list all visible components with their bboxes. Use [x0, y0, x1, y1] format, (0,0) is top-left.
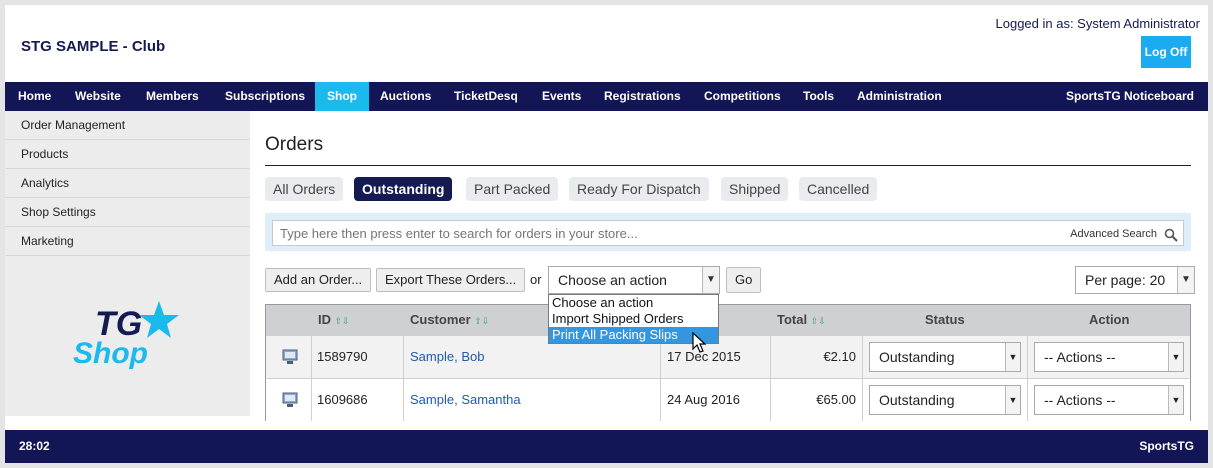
table-header: ID ⇧⇩ Customer ⇧⇩ Total ⇧⇩ Status Action	[266, 305, 1190, 335]
nav-item-auctions[interactable]: Auctions	[380, 82, 431, 111]
logoff-button[interactable]: Log Off	[1141, 36, 1191, 68]
order-id: 1589790	[317, 349, 368, 364]
row-action-select[interactable]: -- Actions -- ▼	[1034, 342, 1184, 372]
nav-item-shop[interactable]: Shop	[315, 82, 369, 111]
monitor-icon[interactable]	[282, 349, 298, 365]
per-page-select[interactable]: Per page: 20 ▼	[1075, 266, 1195, 294]
search-icon[interactable]	[1164, 228, 1178, 242]
footer-brand: SportsTG	[1139, 439, 1194, 453]
row-action-value: -- Actions --	[1044, 349, 1116, 365]
sidebar-item-order-management[interactable]: Order Management	[5, 111, 250, 140]
column-header-id[interactable]: ID ⇧⇩	[318, 305, 350, 336]
chevron-down-icon: ▼	[1168, 386, 1183, 414]
sidebar-item-marketing[interactable]: Marketing	[5, 227, 250, 256]
order-search-input[interactable]	[272, 220, 1184, 246]
or-text: or	[530, 272, 542, 287]
sort-arrows-icon: ⇧⇩	[334, 316, 350, 326]
order-total: €2.10	[823, 349, 856, 364]
advanced-search-link[interactable]: Advanced Search	[1070, 228, 1157, 240]
column-header-customer[interactable]: Customer ⇧⇩	[410, 305, 489, 336]
main-content: Orders All Orders Outstanding Part Packe…	[265, 111, 1195, 421]
chevron-down-icon: ▼	[702, 267, 719, 293]
tab-shipped[interactable]: Shipped	[721, 177, 789, 201]
action-select[interactable]: Choose an action ▼	[548, 266, 720, 294]
tab-all-orders[interactable]: All Orders	[265, 177, 344, 201]
tab-cancelled[interactable]: Cancelled	[799, 177, 878, 201]
mouse-cursor-icon	[692, 332, 707, 353]
chevron-down-icon: ▼	[1005, 386, 1020, 414]
footer: 28:02 SportsTG	[5, 430, 1208, 463]
export-orders-button[interactable]: Export These Orders...	[376, 268, 526, 292]
order-id: 1609686	[317, 392, 368, 407]
status-value: Outstanding	[879, 349, 955, 365]
page-title: Orders	[265, 134, 324, 155]
header: STG SAMPLE - Club Logged in as: System A…	[5, 5, 1208, 82]
tg-shop-logo: TG Shop	[73, 301, 179, 370]
title-divider	[265, 165, 1191, 166]
nav-item-competitions[interactable]: Competitions	[704, 82, 781, 111]
logo-star-icon	[139, 301, 179, 338]
order-total: €65.00	[816, 392, 856, 407]
search-bar: Advanced Search	[265, 213, 1191, 251]
column-header-status: Status	[925, 312, 965, 327]
add-order-button[interactable]: Add an Order...	[265, 268, 372, 292]
sort-arrows-icon: ⇧⇩	[810, 316, 826, 326]
per-page-value: Per page: 20	[1085, 272, 1166, 288]
nav-item-registrations[interactable]: Registrations	[604, 82, 681, 111]
nav-item-ticketdesq[interactable]: TicketDesq	[454, 82, 518, 111]
status-value: Outstanding	[879, 392, 955, 408]
column-header-total[interactable]: Total ⇧⇩	[777, 305, 826, 336]
logged-in-text: Logged in as: System Administrator	[995, 16, 1201, 31]
row-action-select[interactable]: -- Actions -- ▼	[1034, 385, 1184, 415]
tab-ready-for-dispatch[interactable]: Ready For Dispatch	[569, 177, 709, 201]
orders-table: ID ⇧⇩ Customer ⇧⇩ Total ⇧⇩ Status Action…	[265, 304, 1191, 421]
site-title: STG SAMPLE - Club	[21, 38, 166, 55]
table-row: 1589790 Sample, Bob 17 Dec 2015 €2.10 Ou…	[266, 335, 1190, 378]
chevron-down-icon: ▼	[1005, 343, 1020, 371]
status-select[interactable]: Outstanding ▼	[869, 385, 1021, 415]
app-frame: STG SAMPLE - Club Logged in as: System A…	[5, 5, 1208, 463]
row-action-value: -- Actions --	[1044, 392, 1116, 408]
customer-link[interactable]: Sample, Samantha	[410, 379, 521, 421]
go-button[interactable]: Go	[726, 267, 762, 293]
status-select[interactable]: Outstanding ▼	[869, 342, 1021, 372]
action-select-value: Choose an action	[558, 272, 667, 288]
order-date: 24 Aug 2016	[667, 392, 741, 407]
customer-link[interactable]: Sample, Bob	[410, 336, 484, 378]
nav-item-members[interactable]: Members	[146, 82, 199, 111]
column-header-action: Action	[1089, 312, 1130, 327]
monitor-icon[interactable]	[282, 392, 298, 408]
dropdown-option-choose[interactable]: Choose an action	[549, 295, 718, 311]
dropdown-option-import-shipped[interactable]: Import Shipped Orders	[549, 311, 718, 327]
tab-part-packed[interactable]: Part Packed	[466, 177, 559, 201]
chevron-down-icon: ▼	[1177, 267, 1194, 293]
nav-item-noticeboard[interactable]: SportsTG Noticeboard	[1066, 82, 1194, 111]
main-nav: Home Website Members Subscriptions Shop …	[5, 82, 1208, 111]
tab-outstanding[interactable]: Outstanding	[354, 177, 453, 201]
sort-arrows-icon: ⇧⇩	[474, 316, 490, 326]
nav-item-home[interactable]: Home	[18, 82, 51, 111]
nav-item-tools[interactable]: Tools	[803, 82, 834, 111]
sidebar-item-shop-settings[interactable]: Shop Settings	[5, 198, 250, 227]
logo-text-shop: Shop	[73, 337, 148, 370]
nav-item-administration[interactable]: Administration	[857, 82, 942, 111]
nav-item-events[interactable]: Events	[542, 82, 581, 111]
table-row: 1609686 Sample, Samantha 24 Aug 2016 €65…	[266, 378, 1190, 421]
sidebar: Order Management Products Analytics Shop…	[5, 111, 250, 416]
nav-item-subscriptions[interactable]: Subscriptions	[225, 82, 305, 111]
footer-timer: 28:02	[19, 439, 50, 453]
nav-item-website[interactable]: Website	[75, 82, 121, 111]
chevron-down-icon: ▼	[1168, 343, 1183, 371]
sidebar-item-analytics[interactable]: Analytics	[5, 169, 250, 198]
sidebar-item-products[interactable]: Products	[5, 140, 250, 169]
